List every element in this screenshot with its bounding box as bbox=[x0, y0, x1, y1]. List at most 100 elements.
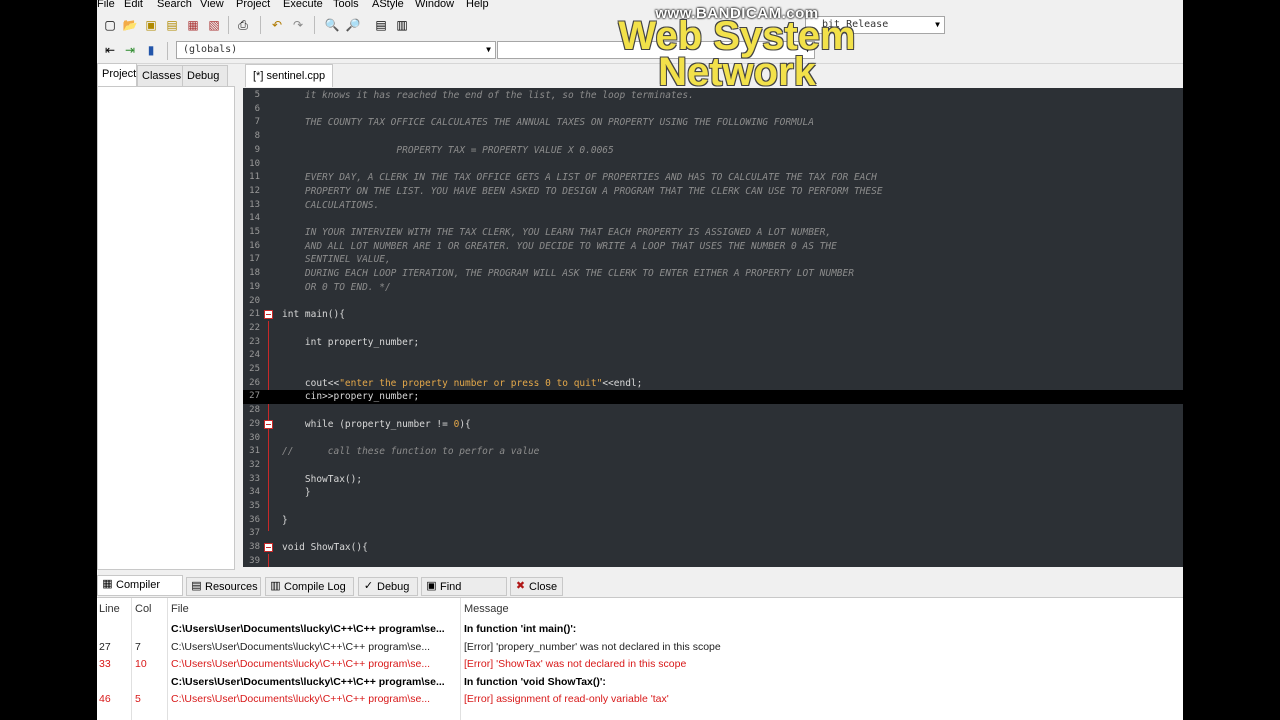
code-line[interactable]: 19 OR 0 TO END. */ bbox=[243, 281, 1183, 295]
tab-classes[interactable]: Classes bbox=[137, 65, 183, 86]
new-file-icon[interactable]: ▢ bbox=[102, 17, 118, 33]
find-icon[interactable]: 🔍 bbox=[324, 17, 340, 33]
code-line[interactable]: 34 } bbox=[243, 486, 1183, 500]
replace-icon[interactable]: 🔎 bbox=[345, 17, 361, 33]
goto-icon[interactable]: ⇤ bbox=[102, 42, 118, 58]
fold-collapse-icon[interactable] bbox=[264, 310, 273, 320]
editor-tab-sentinel[interactable]: [*] sentinel.cpp bbox=[245, 64, 334, 87]
code-line[interactable]: 28 bbox=[243, 404, 1183, 418]
col-header-line[interactable]: Line bbox=[99, 598, 120, 620]
menu-tools[interactable]: Tools bbox=[333, 0, 359, 11]
add-bookmark-icon[interactable]: ⇥ bbox=[122, 42, 138, 58]
tab-debug-output[interactable]: ✓ Debug bbox=[358, 577, 418, 596]
code-line[interactable]: 37 bbox=[243, 527, 1183, 541]
tab-debug[interactable]: Debug bbox=[182, 65, 228, 86]
tab-project[interactable]: Project bbox=[97, 63, 137, 86]
code-line[interactable]: 35 bbox=[243, 500, 1183, 514]
result-row[interactable]: C:\Users\User\Documents\lucky\C++\C++ pr… bbox=[97, 674, 1183, 691]
print-icon[interactable]: ⎙ bbox=[235, 17, 251, 33]
line-number: 38 bbox=[249, 542, 260, 553]
code-line[interactable]: 26 cout<<"enter the property number or p… bbox=[243, 377, 1183, 391]
col-header-message[interactable]: Message bbox=[464, 598, 509, 620]
code-line[interactable]: 18 DURING EACH LOOP ITERATION, THE PROGR… bbox=[243, 267, 1183, 281]
menu-project[interactable]: Project bbox=[236, 0, 270, 11]
code-line[interactable]: 39 bbox=[243, 555, 1183, 567]
scope-select[interactable]: (globals) ▼ bbox=[176, 41, 496, 59]
close-file-icon[interactable]: ▦ bbox=[185, 17, 201, 33]
code-line[interactable]: 6 bbox=[243, 103, 1183, 117]
fold-collapse-icon[interactable] bbox=[264, 543, 273, 553]
code-line[interactable]: 9 PROPERTY TAX = PROPERTY VALUE X 0.0065 bbox=[243, 144, 1183, 158]
save-icon[interactable]: ▣ bbox=[143, 17, 159, 33]
result-cell-file: C:\Users\User\Documents\lucky\C++\C++ pr… bbox=[171, 640, 431, 653]
tab-find-results[interactable]: ▣ Find Results bbox=[421, 577, 507, 612]
secondary-toolbar: ⇤ ⇥ ▮ (globals) ▼ ▼ bbox=[97, 39, 1183, 64]
code-line[interactable]: 31 // call these function to perfor a val… bbox=[243, 445, 1183, 459]
code-line[interactable]: 30 bbox=[243, 432, 1183, 446]
menu-file[interactable]: File bbox=[97, 0, 115, 11]
result-row[interactable]: 46 5 C:\Users\User\Documents\lucky\C++\C++… bbox=[97, 691, 1183, 708]
save-all-icon[interactable]: ▤ bbox=[164, 17, 180, 33]
code-line[interactable]: 13 CALCULATIONS. bbox=[243, 199, 1183, 213]
code-editor[interactable]: 5 it knows it has reached the end of the… bbox=[243, 88, 1183, 567]
menu-execute[interactable]: Execute bbox=[283, 0, 323, 11]
col-header-col[interactable]: Col bbox=[135, 598, 152, 620]
col-header-file[interactable]: File bbox=[171, 598, 189, 620]
code-line[interactable]: 23 int property_number; bbox=[243, 336, 1183, 350]
code-line[interactable]: 12 PROPERTY ON THE LIST. YOU HAVE BEEN A… bbox=[243, 185, 1183, 199]
line-number: 19 bbox=[249, 281, 260, 292]
tab-resources[interactable]: ▤ Resources bbox=[186, 577, 261, 596]
line-number: 15 bbox=[249, 227, 260, 237]
tab-close-label: Close bbox=[529, 581, 558, 593]
left-panel-tabs: Project Classes Debug bbox=[97, 63, 235, 87]
code-line[interactable]: 38 void ShowTax(){ bbox=[243, 541, 1183, 555]
menu-search[interactable]: Search bbox=[157, 0, 192, 11]
unindent-icon[interactable]: ▥ bbox=[394, 17, 410, 33]
tab-compiler[interactable]: ▦ Compiler (5) bbox=[97, 575, 183, 610]
undo-icon[interactable]: ↶ bbox=[269, 17, 285, 33]
code-line[interactable]: 33 ShowTax(); bbox=[243, 473, 1183, 487]
code-line[interactable]: 7 THE COUNTY TAX OFFICE CALCULATES THE A… bbox=[243, 116, 1183, 130]
code-line[interactable]: 27 cin>>propery_number; bbox=[243, 390, 1183, 405]
function-select[interactable]: ▼ bbox=[497, 41, 815, 59]
code-line[interactable]: 5 it knows it has reached the end of the… bbox=[243, 89, 1183, 103]
tab-compile-log[interactable]: ▥ Compile Log bbox=[265, 577, 354, 596]
menu-edit[interactable]: Edit bbox=[124, 0, 143, 11]
code-text: PROPERTY ON THE LIST. YOU HAVE BEEN ASKE… bbox=[282, 185, 883, 197]
result-row[interactable]: C:\Users\User\Documents\lucky\C++\C++ pr… bbox=[97, 621, 1183, 638]
code-line[interactable]: 20 bbox=[243, 295, 1183, 309]
line-number: 5 bbox=[254, 90, 260, 100]
code-line[interactable]: 24 bbox=[243, 349, 1183, 363]
code-line[interactable]: 16 AND ALL LOT NUMBER ARE 1 OR GREATER. … bbox=[243, 240, 1183, 254]
menu-window[interactable]: Window bbox=[415, 0, 454, 11]
menu-help[interactable]: Help bbox=[466, 0, 489, 11]
code-line[interactable]: 17 SENTINEL VALUE, bbox=[243, 253, 1183, 267]
compiler-results-table: Line Col File Message C:\Users\User\Docu… bbox=[97, 597, 1183, 720]
code-line[interactable]: 29 while (property_number != 0){ bbox=[243, 418, 1183, 432]
indent-icon[interactable]: ▤ bbox=[373, 17, 389, 33]
toggle-bookmark-icon[interactable]: ▮ bbox=[143, 42, 159, 58]
code-text: cout<<"enter the property number or pres… bbox=[282, 377, 643, 389]
code-line[interactable]: 32 bbox=[243, 459, 1183, 473]
code-line[interactable]: 8 bbox=[243, 130, 1183, 144]
code-line[interactable]: 14 bbox=[243, 212, 1183, 226]
code-line[interactable]: 36} bbox=[243, 514, 1183, 528]
menu-astyle[interactable]: AStyle bbox=[372, 0, 404, 11]
code-line[interactable]: 22 bbox=[243, 322, 1183, 336]
close-all-icon[interactable]: ▧ bbox=[206, 17, 222, 33]
code-line[interactable]: 25 bbox=[243, 363, 1183, 377]
result-row[interactable]: 33 10 C:\Users\User\Documents\lucky\C++\C+… bbox=[97, 656, 1183, 673]
tab-close[interactable]: ✖ Close bbox=[510, 577, 563, 596]
redo-icon[interactable]: ↷ bbox=[290, 17, 306, 33]
build-config-select[interactable]: bit Release ▼ bbox=[805, 16, 945, 34]
result-row[interactable]: 27 7 C:\Users\User\Documents\lucky\C++\C++… bbox=[97, 639, 1183, 656]
code-line[interactable]: 11 EVERY DAY, A CLERK IN THE TAX OFFICE … bbox=[243, 171, 1183, 185]
code-line[interactable]: 15 IN YOUR INTERVIEW WITH THE TAX CLERK,… bbox=[243, 226, 1183, 240]
project-browser[interactable] bbox=[97, 86, 235, 570]
open-file-icon[interactable]: 📂 bbox=[122, 17, 138, 33]
code-line[interactable]: 21 int main(){ bbox=[243, 308, 1183, 322]
code-line[interactable]: 10 bbox=[243, 158, 1183, 172]
menu-view[interactable]: View bbox=[200, 0, 224, 11]
line-number: 39 bbox=[249, 555, 260, 566]
fold-collapse-icon[interactable] bbox=[264, 419, 273, 429]
